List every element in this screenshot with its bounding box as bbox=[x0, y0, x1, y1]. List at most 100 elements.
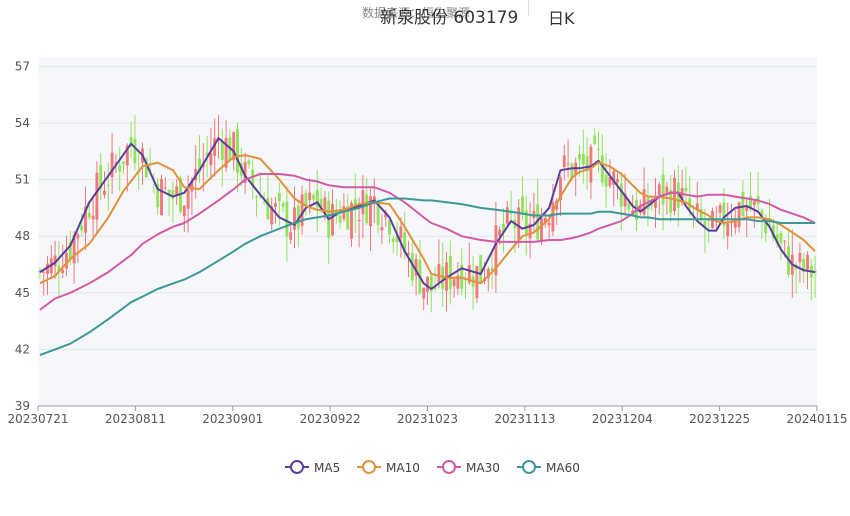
candle-body bbox=[391, 238, 395, 242]
candle-body bbox=[236, 128, 239, 173]
legend-marker bbox=[522, 460, 536, 474]
candle-body bbox=[737, 202, 741, 228]
candle-body bbox=[593, 135, 597, 144]
candle-body bbox=[380, 227, 384, 231]
candle-body bbox=[448, 255, 452, 290]
x-tick-label: 20230811 bbox=[105, 412, 166, 426]
candle-body bbox=[220, 140, 224, 161]
candle-body bbox=[619, 183, 623, 207]
candle-body bbox=[752, 201, 756, 205]
candle-body bbox=[61, 269, 65, 274]
x-tick-label: 20231225 bbox=[689, 412, 750, 426]
x-tick-label: 20231204 bbox=[592, 412, 653, 426]
candle-body bbox=[547, 222, 551, 226]
candle-body bbox=[331, 203, 334, 236]
candle-body bbox=[247, 160, 251, 165]
candle-body bbox=[600, 155, 604, 183]
legend-label: MA30 bbox=[466, 461, 500, 475]
candle-body bbox=[293, 207, 296, 230]
x-tick-label: 20230721 bbox=[7, 412, 68, 426]
candle-body bbox=[338, 215, 342, 223]
legend-label: MA10 bbox=[386, 461, 420, 475]
candle-body bbox=[779, 232, 783, 244]
candle-body bbox=[540, 217, 543, 241]
candle-body bbox=[581, 153, 585, 165]
candle-body bbox=[76, 234, 80, 239]
y-tick-label: 57 bbox=[15, 59, 30, 73]
candle-body bbox=[122, 161, 125, 165]
candle-body bbox=[133, 138, 137, 164]
candle-body bbox=[42, 272, 46, 274]
legend-label: MA5 bbox=[314, 461, 340, 475]
candle-body bbox=[399, 226, 403, 239]
candle-body bbox=[91, 215, 95, 220]
candle-body bbox=[452, 279, 456, 287]
candle-body bbox=[806, 254, 809, 270]
candle-body bbox=[661, 174, 665, 205]
candle-body bbox=[718, 205, 722, 213]
candle-body bbox=[357, 219, 361, 222]
candle-body bbox=[657, 184, 661, 195]
legend-marker bbox=[442, 460, 456, 474]
candle-body bbox=[87, 212, 91, 218]
candle-body bbox=[388, 220, 391, 235]
candle-body bbox=[312, 195, 315, 200]
candle-body bbox=[798, 252, 802, 262]
candle-body bbox=[255, 196, 258, 198]
candle-body bbox=[361, 190, 365, 215]
legend-label: MA60 bbox=[546, 461, 580, 475]
x-tick-label: 20230901 bbox=[202, 412, 263, 426]
candle-body bbox=[281, 203, 285, 207]
candle-body bbox=[578, 154, 581, 160]
candle-body bbox=[106, 184, 110, 186]
candle-body bbox=[103, 190, 106, 195]
candle-body bbox=[521, 196, 524, 216]
candle-body bbox=[186, 189, 190, 209]
candle-body bbox=[673, 177, 676, 211]
candle-body bbox=[182, 205, 186, 217]
candle-body bbox=[505, 207, 509, 224]
candle-body bbox=[289, 232, 293, 240]
candle-body bbox=[277, 193, 281, 202]
x-tick-label: 20231023 bbox=[397, 412, 458, 426]
candle-body bbox=[160, 178, 163, 216]
candle-body bbox=[304, 192, 308, 206]
candle-body bbox=[604, 174, 608, 187]
x-tick-label: 20230922 bbox=[300, 412, 361, 426]
y-tick-label: 54 bbox=[15, 116, 30, 130]
legend-marker bbox=[362, 460, 376, 474]
candle-body bbox=[80, 225, 84, 231]
candle-body bbox=[422, 287, 426, 299]
legend-marker bbox=[290, 460, 304, 474]
y-tick-label: 39 bbox=[15, 399, 30, 413]
candle-body bbox=[308, 192, 312, 201]
candle-body bbox=[684, 188, 688, 192]
legend: MA5 MA10 MA30 MA60 bbox=[285, 460, 580, 475]
candle-body bbox=[726, 223, 730, 237]
candle-body bbox=[163, 187, 167, 189]
plot-area bbox=[38, 57, 817, 406]
y-tick-label: 45 bbox=[15, 286, 30, 300]
candle-body bbox=[783, 240, 787, 242]
candle-body bbox=[365, 194, 369, 224]
candle-body bbox=[745, 207, 749, 212]
candle-body bbox=[118, 165, 122, 172]
x-tick-label: 20240115 bbox=[786, 412, 847, 426]
kline-chart: 39 42 45 48 51 54 57 20230721 20230811 20230901 20… bbox=[7, 57, 848, 475]
candle-body bbox=[437, 264, 441, 283]
candle-body bbox=[274, 203, 277, 207]
y-tick-label: 42 bbox=[15, 342, 30, 356]
x-tick-label: 20231113 bbox=[494, 412, 555, 426]
candle-body bbox=[551, 201, 555, 232]
candle-body bbox=[741, 191, 745, 217]
candle-body bbox=[597, 148, 600, 150]
candle-body bbox=[209, 153, 213, 166]
candle-body bbox=[95, 172, 99, 220]
candle-body bbox=[479, 255, 483, 283]
candle-body bbox=[566, 163, 570, 165]
candle-body bbox=[562, 155, 566, 168]
candle-body bbox=[262, 202, 266, 204]
candle-body bbox=[616, 178, 619, 183]
candle-body bbox=[285, 201, 289, 237]
y-tick-label: 48 bbox=[15, 229, 30, 243]
